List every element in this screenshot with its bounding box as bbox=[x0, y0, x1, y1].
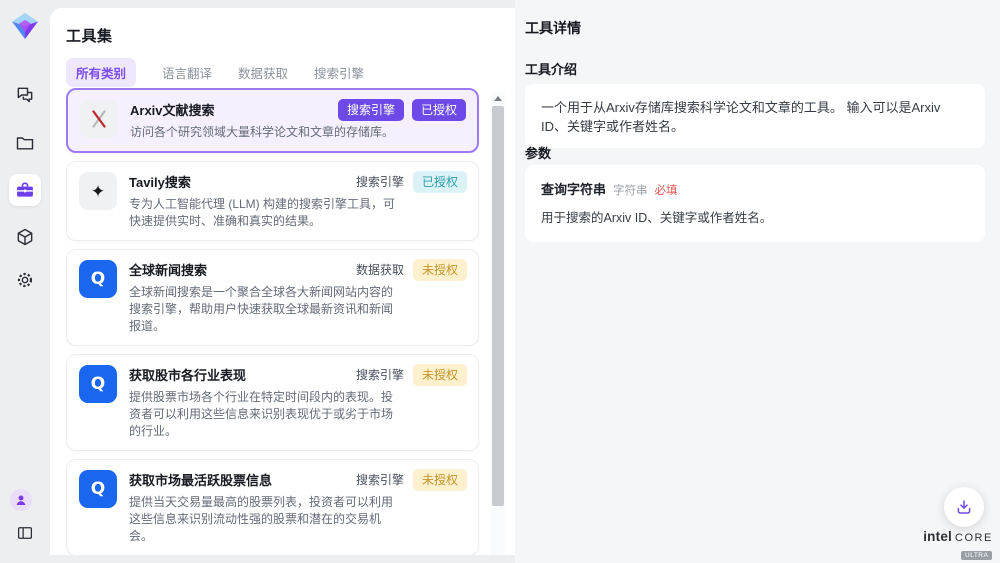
app-logo-icon[interactable] bbox=[11, 12, 39, 40]
tab-language-translation[interactable]: 语言翻译 bbox=[162, 58, 212, 87]
scrollbar-thumb[interactable] bbox=[492, 106, 504, 506]
auth-status-badge: 未授权 bbox=[413, 364, 467, 386]
chat-icon bbox=[15, 85, 35, 105]
tool-description: 提供股票市场各个行业在特定时间段内的表现。投资者可以利用这些信息来识别表现优于或… bbox=[129, 389, 401, 440]
parameter-type: 字符串 bbox=[613, 182, 648, 198]
intel-core-logo: intel core ultra bbox=[925, 529, 991, 562]
nav-files-button[interactable] bbox=[9, 127, 41, 159]
tool-description: 专为人工智能代理 (LLM) 构建的搜索引擎工具，可快速提供实时、准确和真实的结… bbox=[129, 196, 401, 230]
gear-icon bbox=[15, 270, 35, 290]
tool-card-arxiv[interactable]: Arxiv文献搜索 访问各个研究领域大量科学论文和文章的存储库。 搜索引擎 已授… bbox=[66, 88, 479, 153]
category-badge: 搜索引擎 bbox=[355, 364, 405, 386]
cube-icon bbox=[15, 227, 35, 247]
collapse-sidebar-button[interactable] bbox=[13, 521, 37, 545]
auth-status-badge: 未授权 bbox=[413, 469, 467, 491]
tool-description: 访问各个研究领域大量科学论文和文章的存储库。 bbox=[130, 124, 460, 141]
tool-list-panel: 工具集 所有类别 语言翻译 数据获取 搜索引擎 Arxiv文献搜索 访问各个研究… bbox=[50, 8, 515, 555]
category-badge: 搜索引擎 bbox=[338, 99, 404, 121]
tool-description: 提供当天交易量最高的股票列表，投资者可以利用这些信息来识别流动性强的股票和潜在的… bbox=[129, 494, 401, 545]
tab-data-fetch[interactable]: 数据获取 bbox=[238, 58, 288, 87]
list-scrollbar[interactable] bbox=[491, 92, 505, 555]
tool-card-sector-performance[interactable]: Q 获取股市各行业表现 提供股票市场各个行业在特定时间段内的表现。投资者可以利用… bbox=[66, 354, 479, 451]
toolbox-icon bbox=[15, 180, 35, 200]
nav-settings-button[interactable] bbox=[9, 264, 41, 296]
category-badge: 数据获取 bbox=[355, 259, 405, 281]
arxiv-icon bbox=[80, 100, 118, 138]
tool-detail-panel: 工具详情 工具介绍 一个用于从Arxiv存储库搜索科学论文和文章的工具。 输入可… bbox=[515, 0, 1000, 563]
user-avatar[interactable] bbox=[10, 489, 32, 511]
intro-text-box: 一个用于从Arxiv存储库搜索科学论文和文章的工具。 输入可以是Arxiv ID… bbox=[525, 84, 985, 148]
category-badge: 搜索引擎 bbox=[355, 469, 405, 491]
auth-status-badge: 未授权 bbox=[413, 259, 467, 281]
tool-description: 全球新闻搜索是一个聚合全球各大新闻网站内容的搜索引擎，帮助用户快速获取全球最新资… bbox=[129, 284, 401, 335]
parameter-required-flag: 必填 bbox=[655, 182, 678, 198]
params-heading: 参数 bbox=[525, 143, 551, 162]
parameter-name: 查询字符串 bbox=[541, 179, 606, 198]
parameter-description: 用于搜索的Arxiv ID、关键字或作者姓名。 bbox=[541, 207, 969, 226]
person-icon bbox=[14, 493, 28, 507]
scroll-up-arrow-icon[interactable] bbox=[494, 96, 502, 101]
tab-search-engine[interactable]: 搜索引擎 bbox=[314, 58, 364, 87]
download-button[interactable] bbox=[944, 487, 984, 527]
detail-title: 工具详情 bbox=[525, 18, 581, 38]
blue-q-icon: Q bbox=[79, 365, 117, 403]
tool-card-most-active-stocks[interactable]: Q 获取市场最活跃股票信息 提供当天交易量最高的股票列表，投资者可以利用这些信息… bbox=[66, 459, 479, 555]
tab-all-categories[interactable]: 所有类别 bbox=[66, 58, 136, 87]
auth-status-badge: 已授权 bbox=[413, 171, 467, 193]
tool-card-list: Arxiv文献搜索 访问各个研究领域大量科学论文和文章的存储库。 搜索引擎 已授… bbox=[66, 88, 479, 555]
intro-heading: 工具介绍 bbox=[525, 59, 577, 78]
tool-card-tavily[interactable]: ✦ Tavily搜索 专为人工智能代理 (LLM) 构建的搜索引擎工具，可快速提… bbox=[66, 161, 479, 241]
blue-q-icon: Q bbox=[79, 260, 117, 298]
brand-ultra-badge: ultra bbox=[961, 551, 992, 560]
nav-models-button[interactable] bbox=[9, 221, 41, 253]
category-badge: 搜索引擎 bbox=[355, 171, 405, 193]
page-title: 工具集 bbox=[66, 25, 113, 46]
sidebar-toggle-icon bbox=[16, 524, 34, 542]
tool-card-global-news[interactable]: Q 全球新闻搜索 全球新闻搜索是一个聚合全球各大新闻网站内容的搜索引擎，帮助用户… bbox=[66, 249, 479, 346]
nav-toolbox-button[interactable] bbox=[9, 174, 41, 206]
folder-icon bbox=[15, 133, 35, 153]
nav-chat-button[interactable] bbox=[9, 79, 41, 111]
download-icon bbox=[955, 498, 973, 516]
left-rail bbox=[0, 0, 50, 563]
category-tabs: 所有类别 语言翻译 数据获取 搜索引擎 bbox=[66, 58, 364, 87]
brand-intel-text: intel bbox=[923, 529, 952, 544]
auth-status-badge: 已授权 bbox=[412, 99, 466, 121]
parameter-card: 查询字符串 字符串 必填 用于搜索的Arxiv ID、关键字或作者姓名。 bbox=[525, 165, 985, 242]
brand-core-text: core bbox=[955, 532, 993, 544]
star-icon: ✦ bbox=[79, 172, 117, 210]
blue-q-icon: Q bbox=[79, 470, 117, 508]
